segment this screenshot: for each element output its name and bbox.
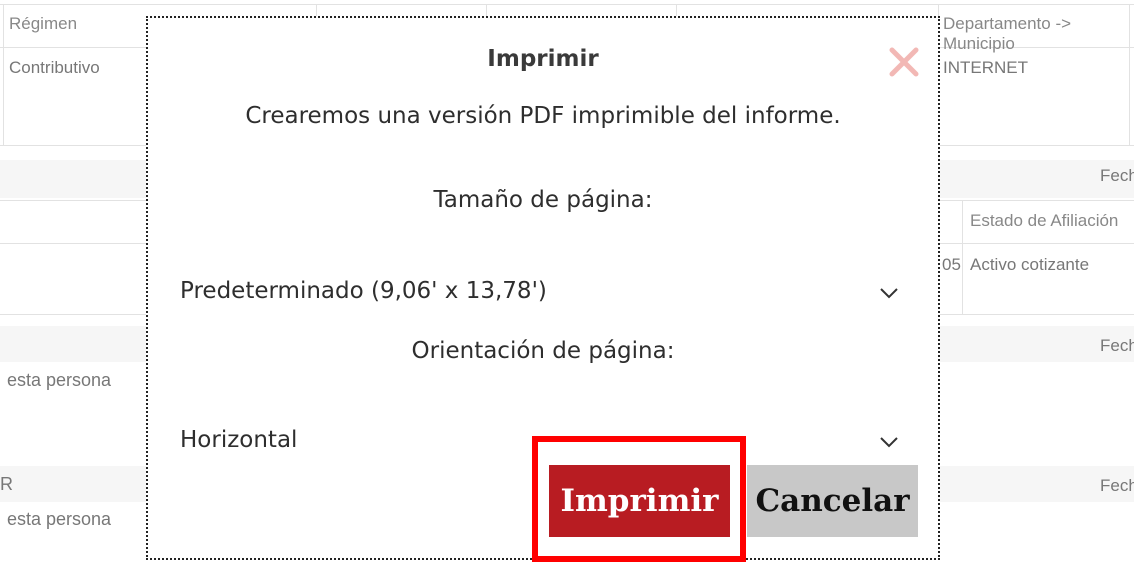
departamento-value: INTERNET	[943, 58, 1028, 77]
person-text: esta persona	[7, 370, 112, 390]
departamento-header: Departamento -> Municipio	[943, 14, 1072, 53]
fecha-label: Fech	[1100, 336, 1134, 355]
page-size-select[interactable]: Predeterminado (9,06' x 13,78')	[180, 272, 900, 312]
fecha-label: Fech	[1100, 476, 1134, 495]
print-button[interactable]: Imprimir	[549, 465, 730, 537]
orientation-value: Horizontal	[180, 427, 298, 453]
dialog-title: Imprimir	[487, 46, 599, 72]
person-text: esta persona	[7, 509, 112, 529]
fecha-label: Fech	[1100, 166, 1134, 185]
table-border	[316, 4, 317, 16]
cancel-button[interactable]: Cancelar	[747, 465, 918, 537]
chevron-down-icon	[878, 282, 900, 304]
regimen-header: Régimen	[9, 14, 78, 33]
table-border	[486, 4, 487, 16]
row-prefix: R	[0, 474, 13, 494]
estado-prefix: 05	[942, 255, 961, 274]
dialog-description: Crearemos una versión PDF imprimible del…	[245, 103, 841, 129]
table-border	[3, 4, 4, 145]
close-icon[interactable]	[886, 44, 922, 80]
regimen-value: Contributivo	[9, 58, 100, 77]
table-border	[0, 4, 1134, 5]
table-border	[676, 4, 677, 16]
orientation-label: Orientación de página:	[411, 338, 675, 364]
page-size-label: Tamaño de página:	[433, 187, 653, 213]
page-size-value: Predeterminado (9,06' x 13,78')	[180, 278, 547, 304]
estado-afiliacion-header: Estado de Afiliación	[970, 211, 1119, 230]
estado-afiliacion-value: Activo cotizante	[970, 255, 1090, 274]
chevron-down-icon	[878, 431, 900, 453]
table-border	[962, 200, 963, 314]
